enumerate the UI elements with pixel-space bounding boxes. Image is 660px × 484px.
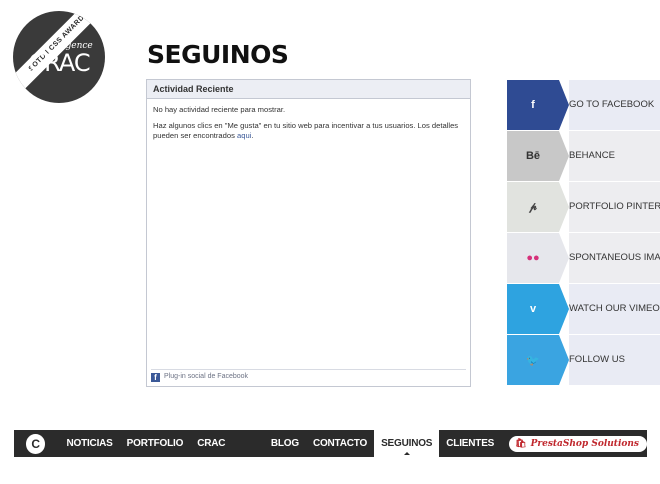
crac-logo[interactable]: SOTD | CSS AWARDS Agence CRAC [13, 11, 105, 103]
social-label: SPONTANEOUS IMAGES [569, 233, 660, 283]
arrow-pointer [559, 284, 569, 334]
social-label: PORTFOLIO PINTEREST [569, 182, 660, 232]
facebook-icon: f [507, 80, 559, 130]
arrow-pointer [559, 182, 569, 232]
nav-item-portfolio[interactable]: PORTFOLIO [120, 430, 191, 457]
widget-body: No hay actividad reciente para mostrar. … [147, 99, 470, 153]
social-link-behance[interactable]: Bē BEHANCE [507, 131, 660, 182]
nav-item-seguinos[interactable]: SEGUINOS [374, 430, 440, 457]
prestashop-label: PrestaShop Solutions [530, 438, 639, 449]
main-navigation: C NOTICIAS PORTFOLIO CRAC AGENCE BLOG CONTAC… [14, 430, 647, 476]
details-link[interactable]: aqui [237, 131, 251, 140]
nav-item-clientes[interactable]: CLIENTES [439, 430, 501, 457]
logo-wordmark: CRAC [28, 49, 90, 77]
page-title: SEGUINOS [147, 40, 289, 69]
pinterest-icon: 𝓅 [507, 182, 559, 232]
footer-label: Plug-in social de Facebook [164, 373, 249, 380]
social-link-facebook[interactable]: f GO TO FACEBOOK [507, 80, 660, 131]
twitter-icon: 🐦 [507, 335, 559, 385]
social-link-pinterest[interactable]: 𝓅PORTFOLIO PINTEREST [507, 182, 660, 233]
home-logo-icon[interactable]: C [26, 433, 46, 454]
arrow-pointer [559, 233, 569, 283]
no-activity-text: No hay actividad reciente para mostrar. [153, 105, 286, 114]
arrow-pointer [559, 335, 569, 385]
social-label: BEHANCE [569, 131, 660, 181]
arrow-pointer [559, 131, 569, 181]
social-links: f GO TO FACEBOOK Bē BEHANCE 𝓅 PORTFOLIO PINTE… [507, 80, 660, 386]
social-label: FOLLOW US [569, 335, 660, 385]
social-link-vimeo[interactable]: v WATCH OUR VIMEO [507, 284, 660, 335]
widget-footer[interactable]: f Plug-in social de Facebook [151, 369, 466, 384]
arrow-pointer [559, 80, 569, 130]
nav-item-contacto[interactable]: CONTACTO [306, 430, 374, 457]
facebook-icon: f [151, 372, 160, 382]
vimeo-icon: v [507, 284, 559, 334]
social-label: GO TO FACEBOOK [569, 80, 660, 130]
social-link-twitter[interactable]: 🐦 FOLLOW US [507, 335, 660, 386]
flickr-icon: ●● [507, 233, 559, 283]
prestashop-button[interactable]: 🛍 PrestaShop Solutions [509, 435, 647, 452]
nav-item-noticias[interactable]: NOTICIAS [59, 430, 119, 457]
nav-item-crac-agence[interactable]: CRAC AGENCE [190, 430, 264, 476]
facebook-activity-widget: Actividad Reciente No hay actividad reci… [146, 79, 471, 387]
social-link-flickr[interactable]: ●●SPONTANEOUS IMAGES [507, 233, 660, 284]
behance-icon: Bē [507, 131, 559, 181]
social-label: WATCH OUR VIMEO [569, 284, 660, 334]
widget-header: Actividad Reciente [147, 80, 470, 99]
hint-text: Haz algunos clics en "Me gusta" en tu si… [153, 121, 459, 140]
nav-item-blog[interactable]: BLOG [264, 430, 306, 457]
shopping-bag-icon: 🛍 [515, 438, 527, 449]
